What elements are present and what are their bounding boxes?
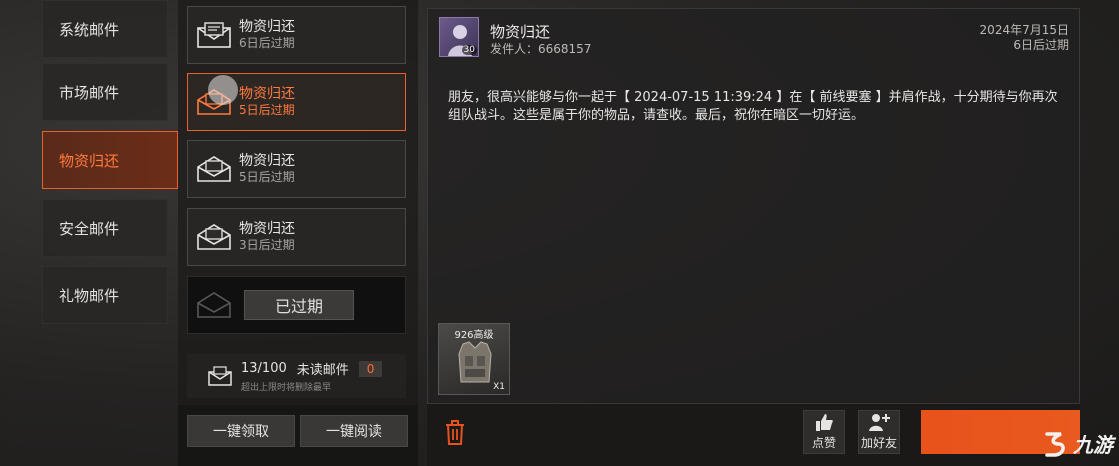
mail-counter: 13/100 未读邮件 0 超出上限时将删除最早 — [178, 352, 418, 400]
mail-title: 物资归还 — [239, 153, 295, 169]
mail-title: 物资归还 — [239, 86, 295, 102]
mail-expiry: 6日后过期 — [239, 36, 295, 50]
tab-label: 物资归还 — [59, 151, 120, 170]
list-item-expired[interactable]: 已过期 — [187, 276, 406, 334]
detail-expiry: 6日后过期 — [1013, 38, 1069, 52]
mail-body: 朋友，很高兴能够与你一起于【 2024-07-15 11:39:24 】在【 前… — [448, 90, 1058, 123]
watermark-text: 九游 — [1073, 432, 1113, 457]
like-label: 点赞 — [811, 436, 836, 450]
unread-count: 0 — [358, 360, 383, 377]
tab-label: 系统邮件 — [59, 20, 120, 39]
trash-icon[interactable] — [443, 418, 467, 446]
tab-supply-return[interactable]: 物资归还 — [42, 131, 178, 189]
like-button[interactable]: 点赞 — [803, 410, 845, 454]
envelope-open-icon — [197, 224, 231, 250]
detail-date-block: 2024年7月15日 6日后过期 — [980, 23, 1069, 53]
inbox-icon — [208, 366, 232, 386]
unread-label: 未读邮件 — [296, 363, 349, 378]
armor-vest-icon — [458, 341, 492, 383]
site-logo-icon — [1045, 432, 1065, 457]
attachment-item[interactable]: 926高级 X1 — [438, 323, 510, 395]
avatar[interactable]: 30 — [439, 17, 479, 57]
list-item[interactable]: 物资归还 6日后过期 — [187, 6, 406, 64]
add-friend-button[interactable]: 加好友 — [858, 410, 900, 454]
mail-count: 13/100 — [241, 361, 287, 376]
attachment-qty: X1 — [493, 382, 505, 392]
detail-date: 2024年7月15日 — [979, 23, 1069, 37]
tab-label: 市场邮件 — [59, 83, 120, 102]
add-friend-label: 加好友 — [860, 436, 897, 450]
thumbs-up-icon — [816, 414, 833, 431]
tab-system-mail[interactable]: 系统邮件 — [42, 0, 168, 58]
read-all-button[interactable]: 一键阅读 — [300, 415, 408, 447]
mail-detail: 30 物资归还 发件人：6668157 2024年7月15日 6日后过期 朋友，… — [427, 8, 1080, 404]
tab-gift-mail[interactable]: 礼物邮件 — [42, 266, 168, 324]
tab-security-mail[interactable]: 安全邮件 — [42, 199, 168, 257]
envelope-icon — [197, 22, 231, 48]
envelope-open-icon — [197, 292, 231, 318]
site-watermark: 九游 — [1041, 428, 1113, 458]
mail-expiry: 3日后过期 — [239, 238, 295, 252]
mail-title: 物资归还 — [239, 221, 295, 237]
detail-title: 物资归还 — [490, 23, 551, 41]
envelope-open-icon — [197, 156, 231, 182]
attachment-label: 926高级 — [454, 330, 494, 341]
limit-note: 超出上限时将删除最早 — [241, 383, 332, 393]
detail-sender: 发件人：6668157 — [490, 42, 592, 56]
claim-all-button[interactable]: 一键领取 — [187, 415, 295, 447]
tab-label: 安全邮件 — [59, 219, 120, 238]
avatar-level: 30 — [461, 45, 477, 55]
tab-label: 礼物邮件 — [59, 286, 120, 305]
list-item[interactable]: 物资归还 3日后过期 — [187, 208, 406, 266]
expired-badge: 已过期 — [244, 290, 354, 320]
list-action-bar: 一键领取 一键阅读 — [178, 405, 418, 466]
touch-indicator — [208, 75, 238, 105]
detail-action-bar: 点赞 加好友 — [427, 404, 1080, 466]
list-item[interactable]: 物资归还 5日后过期 — [187, 140, 406, 198]
category-sidebar: 系统邮件 市场邮件 物资归还 安全邮件 礼物邮件 — [0, 0, 178, 466]
mail-expiry: 5日后过期 — [239, 103, 295, 117]
add-user-icon — [869, 414, 890, 431]
tab-market-mail[interactable]: 市场邮件 — [42, 63, 168, 121]
mail-title: 物资归还 — [239, 19, 295, 35]
mail-expiry: 5日后过期 — [239, 170, 295, 184]
